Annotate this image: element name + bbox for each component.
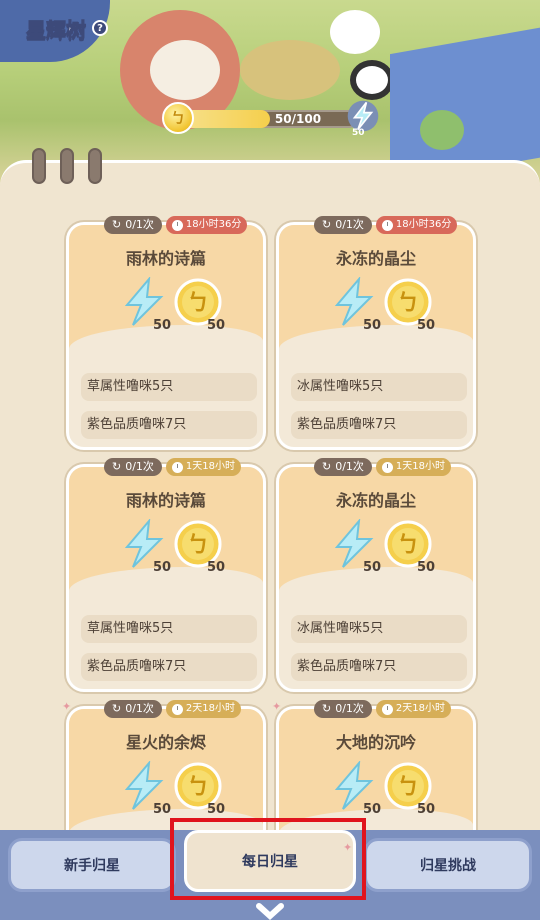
clock-icon [171, 461, 183, 473]
attempt-count: ↻ 0/1次 [104, 458, 162, 476]
quest-card[interactable]: 雨林的诗篇 50 ㄅ 50 草属性噜咪5只 紫色品质噜咪7只 [66, 222, 266, 450]
coin-reward-value: 50 [417, 560, 436, 575]
attempt-text: 0/1次 [125, 702, 154, 715]
coin-icon: ㄅ [162, 102, 194, 134]
quest-badges: ↻ 0/1次 18小时36分 [314, 216, 458, 234]
refresh-icon: ↻ [322, 218, 332, 231]
quest-name: 大地的沉吟 [335, 733, 416, 752]
clock-icon [381, 461, 393, 473]
ring [60, 148, 74, 184]
svg-text:ㄅ: ㄅ [187, 533, 209, 558]
timer-badge: 2天18小时 [375, 700, 452, 718]
timer-badge: 1天18小时 [375, 458, 452, 476]
timer-text: 1天18小时 [185, 461, 236, 472]
clock-icon [171, 703, 183, 715]
timer-text: 1天18小时 [395, 461, 446, 472]
energy-reward-value: 50 [153, 560, 172, 575]
coin-reward-value: 50 [417, 802, 436, 817]
attempt-text: 0/1次 [125, 460, 154, 473]
ghost-character [330, 10, 380, 54]
sparkle-icon: ✦ [62, 700, 72, 713]
frog-character [420, 110, 464, 150]
quest-badges: ↻ 0/1次 1天18小时 [104, 458, 242, 476]
refresh-icon: ↻ [322, 460, 332, 473]
quest-name: 星火的余烬 [125, 733, 206, 752]
path [240, 40, 340, 100]
svg-text:ㄅ: ㄅ [397, 775, 419, 800]
quest-card[interactable]: 永冻的晶尘 50 ㄅ 50 冰属性噜咪5只 紫色品质噜咪7只 [276, 222, 476, 450]
attempt-text: 0/1次 [125, 218, 154, 231]
coin-reward-value: 50 [207, 802, 226, 817]
attempt-text: 0/1次 [335, 218, 364, 231]
requirement-item: 冰属性噜咪5只 [291, 373, 467, 401]
attempt-count: ↻ 0/1次 [104, 700, 162, 718]
quest-badges: ↻ 0/1次 18小时36分 [104, 216, 248, 234]
quest-name: 永冻的晶尘 [335, 491, 416, 510]
energy-reward-value: 50 [153, 318, 172, 333]
requirement-item: 紫色品质噜咪7只 [291, 653, 467, 681]
timer-badge: 2天18小时 [165, 700, 242, 718]
attempt-count: ↻ 0/1次 [314, 458, 372, 476]
svg-text:ㄅ: ㄅ [187, 775, 209, 800]
energy-bonus: 50 [352, 128, 365, 138]
coin-reward-value: 50 [207, 318, 226, 333]
tab-challenge[interactable]: 归星挑战 [364, 838, 532, 892]
selection-highlight [170, 818, 366, 900]
svg-text:ㄅ: ㄅ [187, 291, 209, 316]
energy-reward-value: 50 [363, 560, 382, 575]
attempt-count: ↻ 0/1次 [104, 216, 162, 234]
energy-reward-value: 50 [363, 318, 382, 333]
clock-icon [381, 703, 393, 715]
clock-icon [171, 219, 183, 231]
coin-reward-value: 50 [417, 318, 436, 333]
quest-badges: ↻ 0/1次 1天18小时 [314, 458, 452, 476]
requirement-item: 紫色品质噜咪7只 [81, 411, 257, 439]
refresh-icon: ↻ [322, 702, 332, 715]
requirement-item: 冰属性噜咪5只 [291, 615, 467, 643]
clock-icon [381, 219, 393, 231]
timer-text: 2天18小时 [185, 703, 236, 714]
title-text: 星辉树 [26, 17, 87, 42]
timer-badge: 18小时36分 [375, 216, 458, 234]
requirement-item: 紫色品质噜咪7只 [291, 411, 467, 439]
timer-text: 18小时36分 [185, 219, 242, 230]
star-progress: 50/100 ㄅ 50 [162, 100, 379, 138]
panda-character [350, 60, 394, 100]
tab-newbie[interactable]: 新手归星 [8, 838, 176, 892]
requirement-item: 草属性噜咪5只 [81, 373, 257, 401]
quest-card[interactable]: 雨林的诗篇 50 ㄅ 50 草属性噜咪5只 紫色品质噜咪7只 [66, 464, 266, 692]
refresh-icon: ↻ [112, 460, 122, 473]
refresh-icon: ↻ [112, 218, 122, 231]
quest-name: 雨林的诗篇 [125, 491, 206, 510]
requirement-item: 草属性噜咪5只 [81, 615, 257, 643]
timer-text: 2天18小时 [395, 703, 446, 714]
page-title: 星辉树 ? [22, 8, 122, 48]
help-icon[interactable]: ? [92, 20, 108, 36]
requirement-item: 紫色品质噜咪7只 [81, 653, 257, 681]
timer-badge: 18小时36分 [165, 216, 248, 234]
coin-reward-value: 50 [207, 560, 226, 575]
quest-card[interactable]: 永冻的晶尘 50 ㄅ 50 冰属性噜咪5只 紫色品质噜咪7只 [276, 464, 476, 692]
energy-reward-value: 50 [363, 802, 382, 817]
fox-face [150, 40, 220, 100]
attempt-text: 0/1次 [335, 460, 364, 473]
binder-rings [32, 148, 102, 184]
timer-text: 18小时36分 [395, 219, 452, 230]
svg-text:ㄅ: ㄅ [397, 533, 419, 558]
sparkle-icon: ✦ [272, 700, 282, 713]
attempt-count: ↻ 0/1次 [314, 216, 372, 234]
refresh-icon: ↻ [112, 702, 122, 715]
quest-badges: ↻ 0/1次 2天18小时 [104, 700, 242, 718]
attempt-text: 0/1次 [335, 702, 364, 715]
attempt-count: ↻ 0/1次 [314, 700, 372, 718]
ring [88, 148, 102, 184]
svg-text:ㄅ: ㄅ [397, 291, 419, 316]
ring [32, 148, 46, 184]
quest-name: 永冻的晶尘 [335, 249, 416, 268]
timer-badge: 1天18小时 [165, 458, 242, 476]
quest-badges: ↻ 0/1次 2天18小时 [314, 700, 452, 718]
energy-reward-value: 50 [153, 802, 172, 817]
close-icon[interactable] [255, 902, 285, 920]
quest-name: 雨林的诗篇 [125, 249, 206, 268]
